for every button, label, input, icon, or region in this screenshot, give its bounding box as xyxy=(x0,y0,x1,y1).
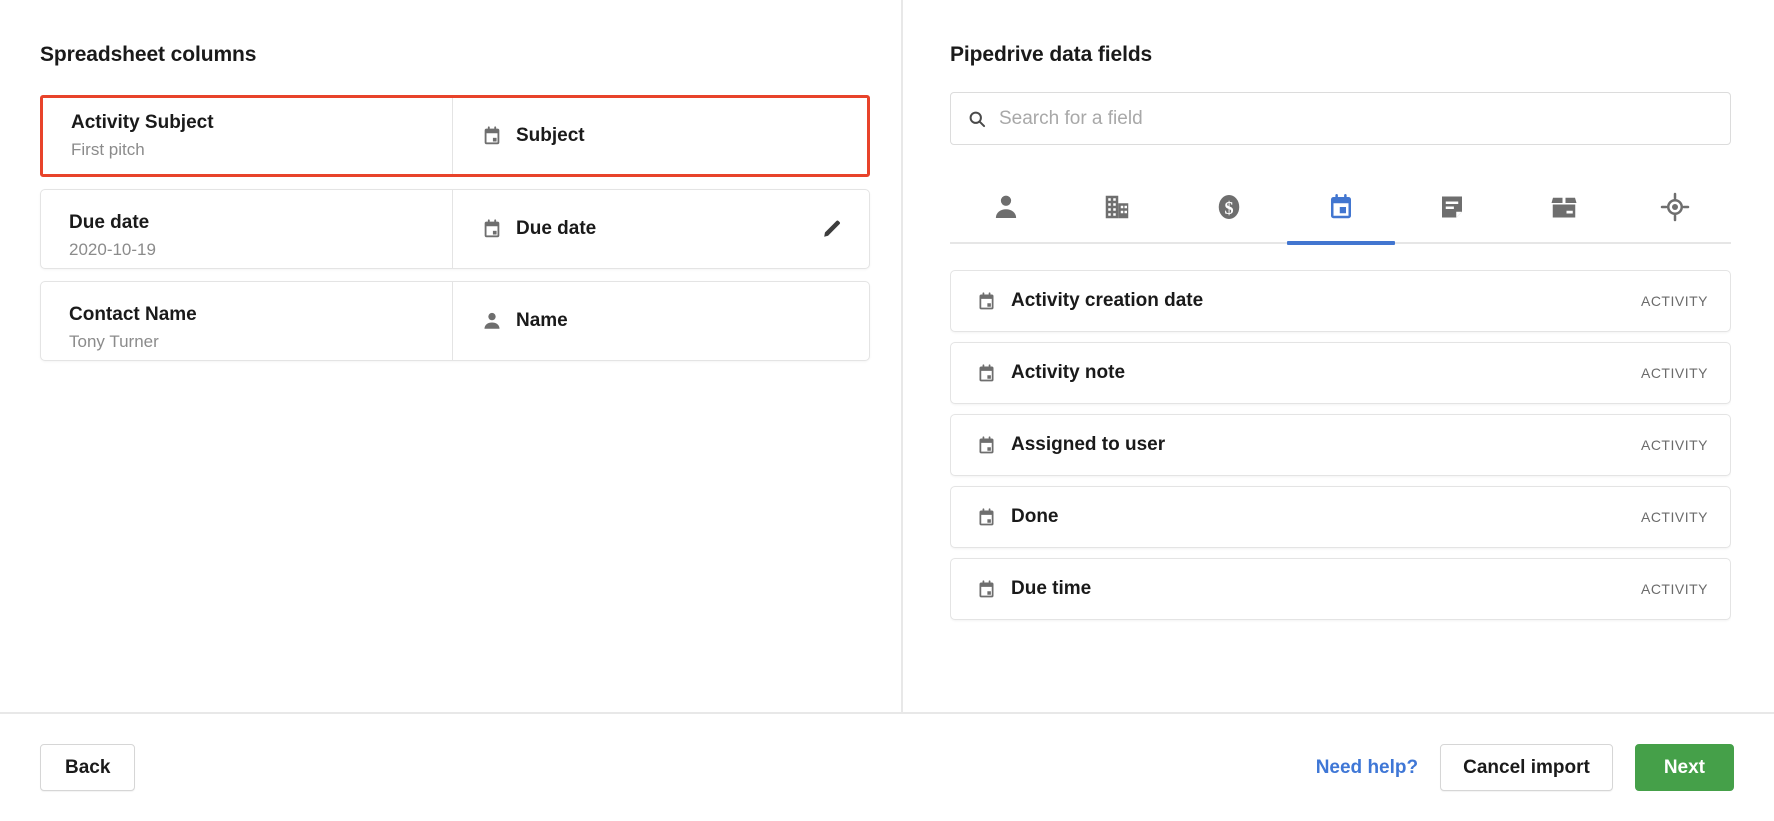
column-sample-value: First pitch xyxy=(71,139,145,159)
tab-product[interactable] xyxy=(1508,171,1620,243)
search-input[interactable] xyxy=(999,107,1714,130)
tab-underline xyxy=(952,241,1060,245)
lead-target-icon xyxy=(1660,192,1690,222)
field-list-item[interactable]: Due time ACTIVITY xyxy=(950,558,1731,620)
spreadsheet-columns-title: Spreadsheet columns xyxy=(40,43,257,66)
edit-mapping-button[interactable] xyxy=(821,218,843,240)
field-label: Assigned to user xyxy=(1011,434,1166,455)
column-name: Activity Subject xyxy=(71,112,214,134)
calendar-icon xyxy=(976,579,997,600)
column-mapping-row-activity-subject[interactable]: Activity Subject First pitch Subject xyxy=(40,95,870,177)
mapping-body: Spreadsheet columns Activity Subject Fir… xyxy=(0,0,1774,712)
cancel-import-button[interactable]: Cancel import xyxy=(1440,744,1613,791)
tab-underline xyxy=(1510,241,1618,245)
calendar-icon xyxy=(481,125,503,147)
calendar-icon xyxy=(976,363,997,384)
wizard-footer: Back Need help? Cancel import Next xyxy=(0,712,1774,821)
column-name: Due date xyxy=(69,212,150,234)
tab-organization[interactable] xyxy=(1062,171,1174,243)
field-label: Activity note xyxy=(1011,362,1126,383)
calendar-icon xyxy=(976,507,997,528)
calendar-icon xyxy=(976,291,997,312)
mapped-field-cell[interactable]: Due date xyxy=(453,190,869,268)
person-icon xyxy=(991,192,1021,222)
field-category-tag: ACTIVITY xyxy=(1640,581,1708,597)
column-mapping-list: Activity Subject First pitch Subject Due… xyxy=(40,95,870,361)
tab-note[interactable] xyxy=(1396,171,1508,243)
note-icon xyxy=(1437,192,1467,222)
tab-underline xyxy=(1175,241,1283,245)
field-category-tag: ACTIVITY xyxy=(1640,293,1708,309)
pipedrive-data-fields-title: Pipedrive data fields xyxy=(950,43,1153,66)
organization-icon xyxy=(1102,192,1132,222)
calendar-icon xyxy=(1326,192,1356,222)
spreadsheet-column-cell: Contact Name Tony Turner xyxy=(41,282,453,360)
spreadsheet-column-cell: Activity Subject First pitch xyxy=(43,98,453,174)
field-category-tabs: $ xyxy=(950,171,1731,245)
calendar-icon xyxy=(976,435,997,456)
field-label: Due time xyxy=(1011,578,1092,599)
tab-underline xyxy=(1398,241,1506,245)
mapped-field-name: Subject xyxy=(516,125,585,146)
pipedrive-field-list[interactable]: Activity creation date ACTIVITY Activity… xyxy=(950,270,1731,690)
field-category-tag: ACTIVITY xyxy=(1640,509,1708,525)
field-category-tag: ACTIVITY xyxy=(1640,437,1708,453)
footer-actions: Need help? Cancel import Next xyxy=(1316,744,1734,791)
column-sample-value: 2020-10-19 xyxy=(69,239,156,259)
mapped-field-name: Due date xyxy=(516,218,597,239)
column-name: Contact Name xyxy=(69,304,197,326)
import-field-mapping-screen: Spreadsheet columns Activity Subject Fir… xyxy=(0,0,1774,821)
tab-deal[interactable]: $ xyxy=(1173,171,1285,243)
column-sample-value: Tony Turner xyxy=(69,331,159,351)
person-icon xyxy=(481,310,503,332)
tab-lead[interactable] xyxy=(1619,171,1731,243)
mapped-field-cell[interactable]: Name xyxy=(453,282,869,360)
calendar-icon xyxy=(481,218,503,240)
deal-dollar-icon: $ xyxy=(1214,192,1244,222)
field-list-item[interactable]: Activity creation date ACTIVITY xyxy=(950,270,1731,332)
tab-underline xyxy=(1621,241,1729,245)
column-mapping-row-contact-name[interactable]: Contact Name Tony Turner Name xyxy=(40,281,870,361)
mapped-field-name: Name xyxy=(516,310,568,331)
field-list-item[interactable]: Done ACTIVITY xyxy=(950,486,1731,548)
tab-person[interactable] xyxy=(950,171,1062,243)
tab-activity[interactable] xyxy=(1285,171,1397,245)
pencil-icon xyxy=(821,218,843,240)
field-label: Done xyxy=(1011,506,1059,527)
pipedrive-data-fields-panel: Pipedrive data fields Search for a field… xyxy=(903,0,1774,712)
need-help-link[interactable]: Need help? xyxy=(1316,757,1418,779)
spreadsheet-columns-panel: Spreadsheet columns Activity Subject Fir… xyxy=(0,0,903,712)
svg-text:$: $ xyxy=(1224,198,1233,218)
field-category-tag: ACTIVITY xyxy=(1640,365,1708,381)
mapped-field-cell[interactable]: Subject xyxy=(453,98,867,174)
column-mapping-row-due-date[interactable]: Due date 2020-10-19 Due date xyxy=(40,189,870,269)
tab-underline xyxy=(1286,241,1395,245)
field-list-item[interactable]: Assigned to user ACTIVITY xyxy=(950,414,1731,476)
field-label: Activity creation date xyxy=(1011,290,1204,311)
next-button[interactable]: Next xyxy=(1634,744,1734,791)
product-box-icon xyxy=(1549,192,1579,222)
field-search-box[interactable] xyxy=(950,92,1731,145)
tab-underline xyxy=(1063,241,1171,245)
search-icon xyxy=(967,109,987,129)
back-button[interactable]: Back xyxy=(40,744,136,791)
spreadsheet-column-cell: Due date 2020-10-19 xyxy=(41,190,453,268)
field-list-item[interactable]: Activity note ACTIVITY xyxy=(950,342,1731,404)
